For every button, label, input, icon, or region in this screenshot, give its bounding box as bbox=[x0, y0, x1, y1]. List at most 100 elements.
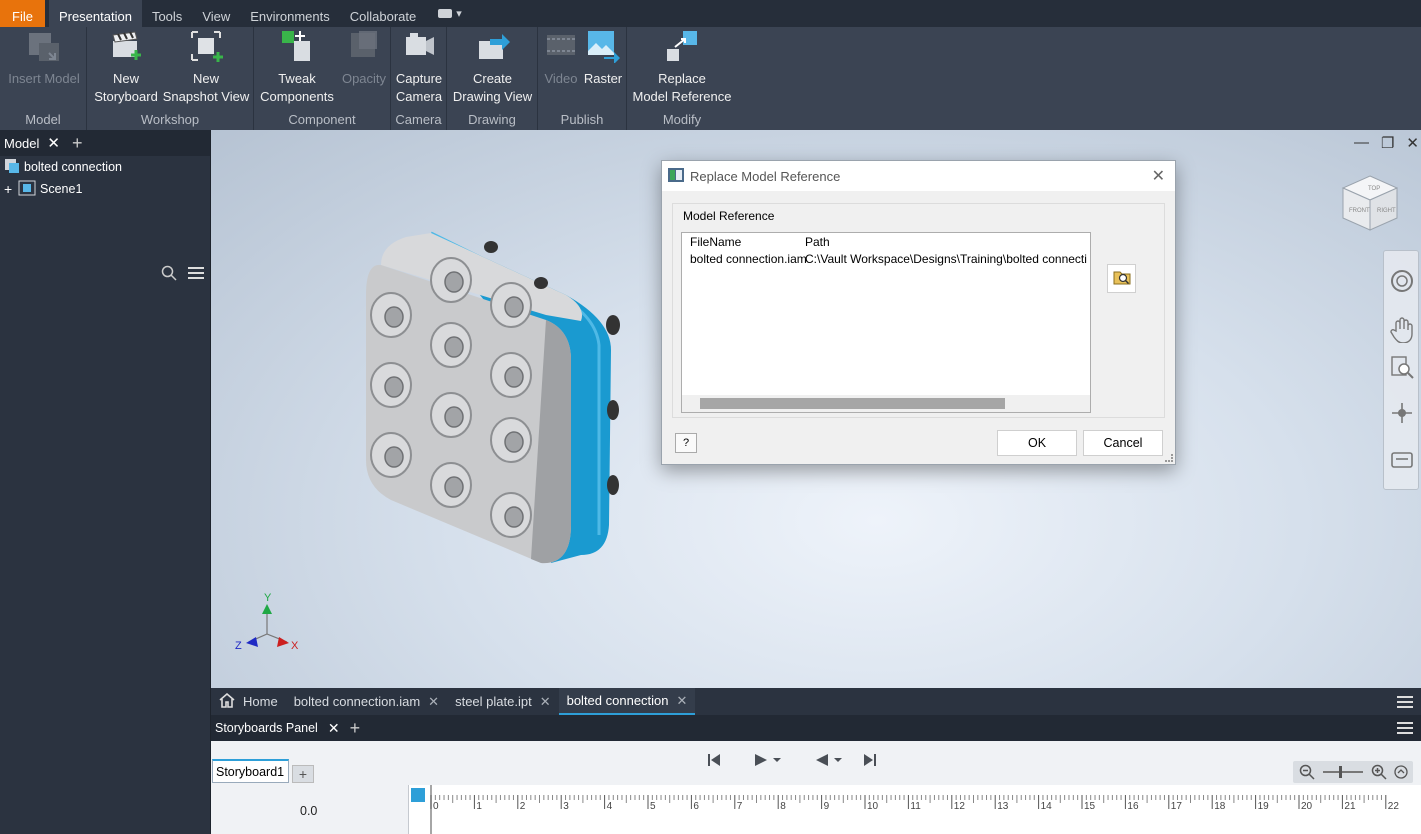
tree-item-root[interactable]: bolted connection bbox=[0, 156, 210, 178]
pan-hand-icon[interactable] bbox=[1390, 317, 1414, 346]
zoom-in-icon[interactable] bbox=[1371, 764, 1387, 783]
panel-label-modify: Modify bbox=[662, 112, 702, 127]
timeline-tick-label: 1 bbox=[476, 801, 482, 812]
insert-model-button[interactable]: Insert Model bbox=[6, 29, 82, 88]
capture-camera-button[interactable]: Capture Camera bbox=[393, 29, 445, 106]
hamburger-menu-icon[interactable] bbox=[188, 266, 204, 283]
list-header: FileName Path bbox=[682, 233, 1090, 250]
opacity-button[interactable]: Opacity bbox=[340, 29, 388, 88]
panel-label-model: Model bbox=[25, 112, 61, 127]
browser-tab-model[interactable]: Model ✕ bbox=[4, 130, 66, 156]
replace-model-icon bbox=[665, 29, 699, 63]
model-browser: Model ✕ + bolted connection + Scene1 bbox=[0, 130, 211, 834]
tab-steel-plate-ipt[interactable]: steel plate.ipt ✕ bbox=[447, 688, 559, 715]
panel-menu-icon[interactable] bbox=[1397, 721, 1413, 738]
dialog-close-icon[interactable]: ✕ bbox=[1152, 166, 1165, 186]
add-browser-tab-icon[interactable]: + bbox=[72, 133, 83, 154]
new-snapshot-view-button[interactable]: New Snapshot View bbox=[160, 29, 252, 106]
cancel-button[interactable]: Cancel bbox=[1083, 430, 1163, 456]
replace-model-reference-button[interactable]: Replace Model Reference bbox=[630, 29, 734, 106]
timeline-ruler[interactable]: 0 1 2 3 4 5 6 7 8 9 10 11 12 13 14 15 16 17 18 19 20 21 22 bbox=[408, 785, 1421, 834]
menu-tab-file[interactable]: File bbox=[0, 0, 45, 27]
resize-grip-icon[interactable] bbox=[1165, 454, 1173, 462]
close-icon[interactable]: ✕ bbox=[428, 694, 439, 710]
storyboards-panel-title: Storyboards Panel bbox=[215, 721, 318, 735]
go-to-end-button[interactable] bbox=[863, 753, 877, 770]
steering-wheel-icon[interactable] bbox=[1390, 269, 1414, 296]
browse-file-button[interactable] bbox=[1107, 264, 1136, 293]
search-icon[interactable] bbox=[161, 265, 177, 284]
clapperboard-icon bbox=[109, 29, 143, 63]
minimize-icon[interactable]: — bbox=[1354, 134, 1369, 152]
timeline-tick-label: 11 bbox=[910, 801, 921, 812]
drawing-view-icon bbox=[476, 29, 510, 63]
panel-label-publish: Publish bbox=[560, 112, 604, 127]
add-panel-icon[interactable]: + bbox=[350, 718, 361, 739]
tabs-menu-icon[interactable] bbox=[1397, 695, 1413, 712]
go-to-start-button[interactable] bbox=[707, 753, 721, 770]
dialog-title: Replace Model Reference bbox=[690, 168, 841, 184]
model-reference-group: Model Reference FileName Path bolted con… bbox=[672, 203, 1165, 418]
column-header-path[interactable]: Path bbox=[805, 235, 1090, 249]
close-icon[interactable]: ✕ bbox=[540, 694, 551, 710]
zoom-out-icon[interactable] bbox=[1299, 764, 1315, 783]
bolted-connection-model[interactable] bbox=[361, 225, 631, 578]
scrollbar-thumb[interactable] bbox=[700, 398, 1005, 409]
zoom-slider[interactable] bbox=[1323, 771, 1363, 773]
timeline-tick-label: 12 bbox=[954, 801, 966, 812]
menu-tab-presentation[interactable]: Presentation bbox=[48, 0, 142, 27]
help-button[interactable]: ? bbox=[675, 433, 697, 453]
timeline-tick-label: 4 bbox=[607, 801, 613, 812]
add-storyboard-button[interactable]: + bbox=[292, 765, 314, 783]
tab-home[interactable]: Home bbox=[211, 688, 286, 715]
dialog-titlebar[interactable]: Replace Model Reference ✕ bbox=[662, 161, 1175, 191]
menu-bar: File Presentation Tools View Environment… bbox=[0, 0, 1421, 27]
scene-icon bbox=[18, 180, 36, 199]
menu-tab-view[interactable]: View bbox=[192, 0, 240, 27]
ok-button[interactable]: OK bbox=[997, 430, 1077, 456]
tab-bolted-connection-iam[interactable]: bolted connection.iam ✕ bbox=[286, 688, 447, 715]
new-storyboard-button[interactable]: New Storyboard bbox=[90, 29, 162, 106]
model-reference-list[interactable]: FileName Path bolted connection.iam C:\V… bbox=[681, 232, 1091, 413]
timeline-tick-label: 5 bbox=[650, 801, 656, 812]
timeline-tick-label: 8 bbox=[780, 801, 786, 812]
tweak-components-button[interactable]: Tweak Components bbox=[256, 29, 338, 106]
orbit-icon[interactable] bbox=[1390, 401, 1414, 428]
close-icon[interactable]: ✕ bbox=[1406, 134, 1419, 152]
look-at-icon[interactable] bbox=[1390, 447, 1414, 474]
tab-storyboard1[interactable]: Storyboard1 bbox=[212, 759, 289, 783]
ribbon-display-toggle[interactable]: ▾ bbox=[426, 0, 462, 27]
menu-tab-collaborate[interactable]: Collaborate bbox=[340, 0, 427, 27]
dropdown-arrow-icon: ▾ bbox=[456, 8, 462, 20]
restore-icon[interactable]: ❐ bbox=[1381, 134, 1394, 152]
viewcube[interactable]: TOP FRONT RIGHT bbox=[1339, 172, 1401, 237]
zoom-fit-icon[interactable] bbox=[1394, 765, 1408, 782]
timeline-tick-label: 7 bbox=[737, 801, 743, 812]
document-tabs: Home bolted connection.iam ✕ steel plate… bbox=[211, 688, 1421, 715]
zoom-slider-handle[interactable] bbox=[1339, 766, 1342, 778]
expand-icon[interactable]: + bbox=[4, 181, 14, 197]
tree-item-scene[interactable]: + Scene1 bbox=[0, 178, 210, 200]
storyboard-start-marker[interactable] bbox=[411, 788, 425, 802]
menu-tab-environments[interactable]: Environments bbox=[240, 0, 339, 27]
create-drawing-view-button[interactable]: Create Drawing View bbox=[449, 29, 536, 106]
close-icon[interactable]: ✕ bbox=[677, 693, 688, 709]
play-reverse-button[interactable] bbox=[815, 753, 845, 770]
camera-icon bbox=[402, 29, 436, 63]
play-forward-button[interactable] bbox=[754, 753, 784, 770]
zoom-window-icon[interactable] bbox=[1390, 355, 1414, 382]
menu-tab-tools[interactable]: Tools bbox=[142, 0, 192, 27]
navigation-bar bbox=[1383, 250, 1419, 490]
tab-bolted-connection[interactable]: bolted connection ✕ bbox=[558, 688, 696, 715]
raster-button[interactable]: Raster bbox=[582, 29, 624, 88]
close-icon[interactable]: ✕ bbox=[47, 134, 60, 152]
horizontal-scrollbar[interactable] bbox=[682, 395, 1090, 412]
video-button[interactable]: Video bbox=[540, 29, 582, 88]
column-header-filename[interactable]: FileName bbox=[682, 235, 805, 249]
timeline-tick-label: 13 bbox=[997, 801, 1009, 812]
timeline-tick-label: 20 bbox=[1301, 801, 1313, 812]
list-item[interactable]: bolted connection.iam C:\Vault Workspace… bbox=[682, 250, 1090, 267]
ribbon-panel-component: Tweak Components Opacity Component bbox=[254, 27, 391, 130]
timeline-tick-label: 15 bbox=[1084, 801, 1096, 812]
close-icon[interactable]: ✕ bbox=[328, 720, 340, 737]
